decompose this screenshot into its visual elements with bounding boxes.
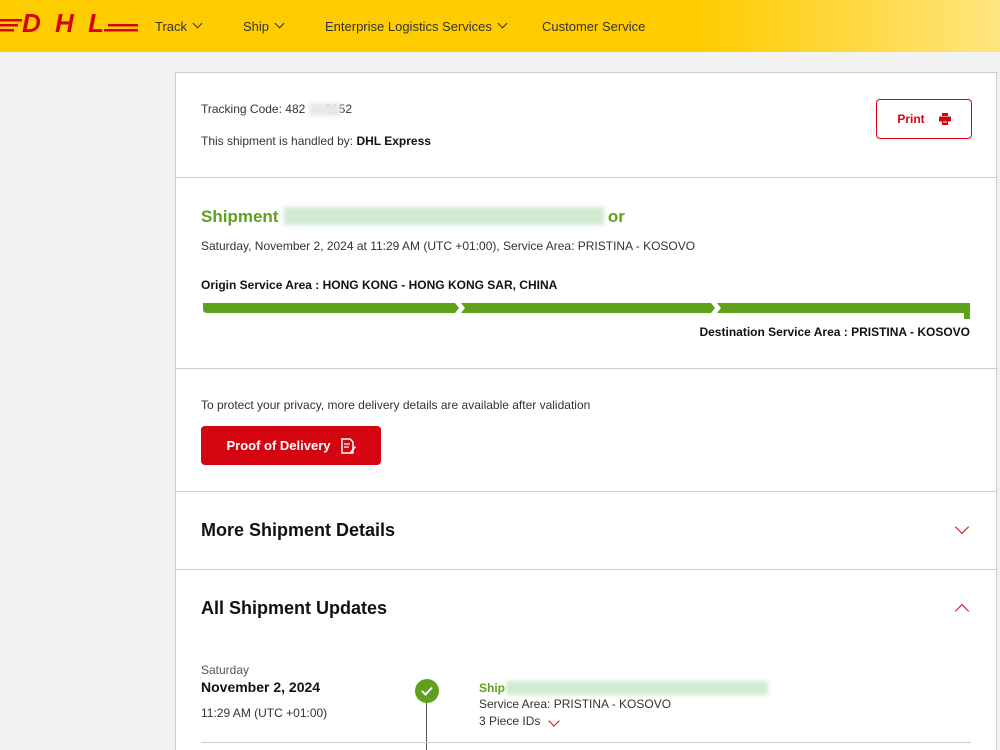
dhl-logo[interactable]: DHL — [0, 10, 140, 36]
more-details-title: More Shipment Details — [201, 520, 396, 540]
update-weekday: Saturday — [201, 663, 250, 677]
status-title-tail: or — [607, 207, 625, 226]
origin-value: HONG KONG - HONG KONG SAR, CHINA — [322, 278, 558, 292]
nav-ship-label: Ship — [243, 18, 270, 34]
progress-segment-2 — [461, 303, 715, 313]
proof-of-delivery-label: Proof of Delivery — [226, 438, 331, 453]
chevron-up-icon[interactable] — [954, 603, 970, 619]
check-circle-icon — [415, 679, 439, 703]
progress-segment-1 — [203, 303, 459, 313]
chevron-down-icon — [497, 18, 508, 29]
destination-value: PRISTINA - KOSOVO — [851, 325, 970, 339]
redaction-mask — [309, 103, 341, 116]
proof-of-delivery-button[interactable]: Proof of Delivery — [201, 426, 381, 465]
more-shipment-details[interactable]: More Shipment Details — [176, 492, 996, 570]
nav-enterprise-logistics[interactable]: Enterprise Logistics Services — [325, 0, 508, 52]
status-timestamp: Saturday, November 2, 2024 at 11:29 AM (… — [201, 239, 696, 253]
nav-enterprise-label: Enterprise Logistics Services — [325, 18, 492, 34]
nav-track-label: Track — [155, 18, 188, 34]
progress-segment-3 — [717, 303, 966, 313]
nav-track[interactable]: Track — [155, 0, 203, 52]
updates-title: All Shipment Updates — [201, 598, 388, 618]
nav-customer-service[interactable]: Customer Service — [542, 0, 645, 52]
update-event-title: Ship — [479, 681, 505, 695]
origin-label: Origin Service Area : — [201, 278, 320, 292]
redaction-mask — [284, 207, 604, 225]
tracking-summary: Tracking Code: 482 9152 This shipment is… — [176, 73, 996, 178]
update-date: November 2, 2024 — [201, 679, 321, 695]
all-shipment-updates: All Shipment Updates Saturday November 2… — [176, 570, 996, 750]
destination-label: Destination Service Area : — [699, 325, 848, 339]
print-button-label: Print — [897, 112, 925, 126]
progress-end-cap — [964, 303, 970, 319]
tracking-code-label: Tracking Code: — [201, 102, 282, 116]
nav-customer-service-label: Customer Service — [542, 18, 646, 34]
update-service-area: Service Area: PRISTINA - KOSOVO — [479, 697, 672, 711]
shipment-status: Shipment or Saturday, November 2, 2024 a… — [176, 178, 996, 369]
origin-area: Origin Service Area : HONG KONG - HONG K… — [201, 278, 557, 292]
svg-text:DHL: DHL — [22, 10, 104, 36]
nav-ship[interactable]: Ship — [243, 0, 285, 52]
print-button[interactable]: Print — [876, 99, 972, 139]
handled-by-label: This shipment is handled by: — [201, 134, 354, 148]
handled-by-value: DHL Express — [356, 134, 431, 148]
privacy-section: To protect your privacy, more delivery d… — [176, 369, 996, 492]
printer-icon — [938, 113, 951, 125]
piece-ids-toggle[interactable]: 3 Piece IDs — [479, 714, 560, 728]
privacy-note: To protect your privacy, more delivery d… — [201, 398, 591, 412]
chevron-down-icon — [192, 18, 203, 29]
chevron-down-icon — [548, 715, 560, 727]
redaction-mask — [506, 681, 768, 695]
site-header: DHL Track Ship Enterprise Logistics Serv… — [0, 0, 1000, 52]
chevron-down-icon[interactable] — [954, 519, 970, 535]
piece-ids-label: 3 Piece IDs — [479, 714, 541, 728]
document-edit-icon — [340, 437, 356, 454]
update-time: 11:29 AM (UTC +01:00) — [201, 706, 328, 720]
handled-by: This shipment is handled by: DHL Express — [201, 134, 431, 148]
chevron-down-icon — [274, 18, 285, 29]
status-title-visible: Shipment — [201, 207, 279, 226]
delivery-progress-track — [203, 303, 970, 319]
divider — [201, 742, 971, 743]
tracking-result-card: Tracking Code: 482 9152 This shipment is… — [175, 72, 997, 750]
destination-area: Destination Service Area : PRISTINA - KO… — [699, 325, 970, 339]
